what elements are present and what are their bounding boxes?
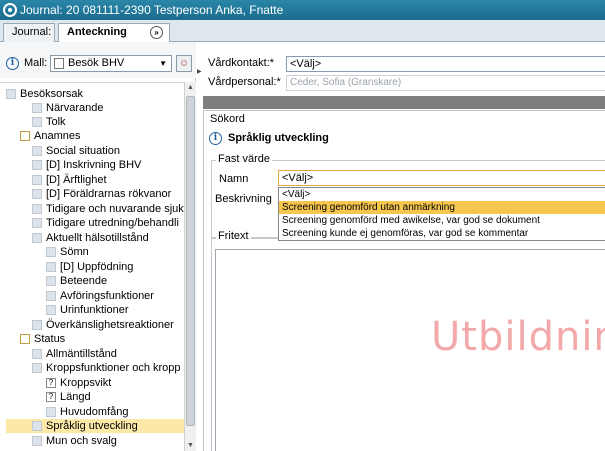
- lock-icon: [20, 334, 30, 344]
- keyword-title: Språklig utveckling: [228, 132, 329, 144]
- info-icon[interactable]: i: [209, 132, 222, 145]
- vardkontakt-select[interactable]: <Välj>: [286, 56, 605, 72]
- vardkontakt-label: Vårdkontakt:*: [208, 57, 275, 69]
- left-panel: i Mall: Besök BHV ▼ ☺ Besöksorsak Närvar…: [0, 42, 196, 451]
- document-icon: [54, 58, 64, 69]
- tree-node-icon: [32, 218, 42, 228]
- dropdown-option[interactable]: Screening kunde ej genomföras, var god s…: [279, 227, 605, 240]
- dropdown-option[interactable]: Screening genomförd med awikelse, var go…: [279, 214, 605, 227]
- section-divider-bar: [203, 96, 605, 109]
- tree-node-icon: [46, 305, 56, 315]
- mall-select[interactable]: Besök BHV ▼: [50, 55, 172, 72]
- tab-bar: Journal: Anteckning »: [0, 20, 605, 43]
- watermark-text: Utbildnin: [431, 314, 605, 360]
- tree-node-icon: [32, 175, 42, 185]
- sokord-label: Sökord: [210, 113, 245, 125]
- tree-node-icon: [46, 407, 56, 417]
- tree-node-icon: [32, 189, 42, 199]
- info-icon[interactable]: i: [6, 57, 19, 70]
- window-title-bar: Journal: 20 081111-2390 Testperson Anka,…: [0, 0, 605, 20]
- tree-node-icon: [46, 262, 56, 272]
- tab-journal[interactable]: Journal:: [3, 23, 55, 42]
- person-icon[interactable]: ☺: [176, 55, 192, 72]
- sokord-panel: Sökord i Språklig utveckling Fast värde …: [203, 110, 605, 451]
- tree-node-icon: [32, 204, 42, 214]
- tree-node-icon: [46, 276, 56, 286]
- fast-varde-label: Fast värde: [216, 153, 272, 165]
- vardpersonal-label: Vårdpersonal:*: [208, 76, 281, 88]
- tree-node-icon: [46, 247, 56, 257]
- fast-varde-group: Fast värde Namn <Välj> Beskrivning <Välj…: [211, 153, 605, 241]
- namn-select[interactable]: <Välj>: [278, 170, 605, 186]
- question-icon: ?: [46, 392, 56, 402]
- tree-node-icon: [46, 291, 56, 301]
- tree-item-sprakling-utveckling[interactable]: Språklig utveckling: [6, 419, 184, 433]
- tree-node-icon: [32, 160, 42, 170]
- fritext-group: Fritext Utbildnin: [211, 230, 605, 451]
- tree-node-icon: [32, 146, 42, 156]
- question-icon: ?: [46, 378, 56, 388]
- mall-row: i Mall: Besök BHV ▼ ☺: [0, 42, 196, 78]
- tree-scrollbar[interactable]: ▲ ▼: [184, 82, 196, 451]
- collapse-arrow-icon[interactable]: ▶: [197, 68, 202, 75]
- scroll-up-icon[interactable]: ▲: [185, 82, 196, 93]
- tree-node-icon: [32, 349, 42, 359]
- fritext-label: Fritext: [216, 230, 251, 242]
- dropdown-option[interactable]: <Välj>: [279, 188, 605, 201]
- scroll-thumb[interactable]: [186, 96, 195, 426]
- beskrivning-label: Beskrivning: [215, 193, 272, 205]
- tree-node-icon: [32, 421, 42, 431]
- fritext-textarea[interactable]: Utbildnin: [215, 249, 605, 451]
- window-title: Journal: 20 081111-2390 Testperson Anka,…: [20, 3, 284, 17]
- tree-node-icon: [32, 320, 42, 330]
- chevron-down-icon: ▼: [159, 59, 167, 68]
- namn-dropdown-list: <Välj> Screening genomförd utan anmärkni…: [278, 187, 605, 241]
- tab-anteckning[interactable]: Anteckning »: [58, 23, 170, 43]
- tree-node-icon: [32, 233, 42, 243]
- mall-label: Mall:: [24, 57, 48, 69]
- close-tab-icon[interactable]: »: [150, 26, 163, 39]
- right-panel: ▶ Vårdkontakt:* <Välj> Vårdpersonal:* Ce…: [197, 42, 605, 451]
- app-icon: [3, 3, 17, 17]
- tree-node-icon: [32, 103, 42, 113]
- vardpersonal-field[interactable]: Ceder, Sofia (Granskare): [286, 75, 605, 91]
- namn-label: Namn: [219, 173, 249, 185]
- tree-node-icon: [32, 363, 42, 373]
- tree-node-icon: [32, 117, 42, 127]
- dropdown-option-highlighted[interactable]: Screening genomförd utan anmärkning: [279, 201, 605, 214]
- scroll-down-icon[interactable]: ▼: [185, 440, 196, 451]
- lock-icon: [20, 131, 30, 141]
- tree-node-icon: [6, 89, 16, 99]
- keyword-tree: Besöksorsak Närvarande Tolk Anamnes Soci…: [0, 82, 184, 451]
- tree-node-icon: [32, 436, 42, 446]
